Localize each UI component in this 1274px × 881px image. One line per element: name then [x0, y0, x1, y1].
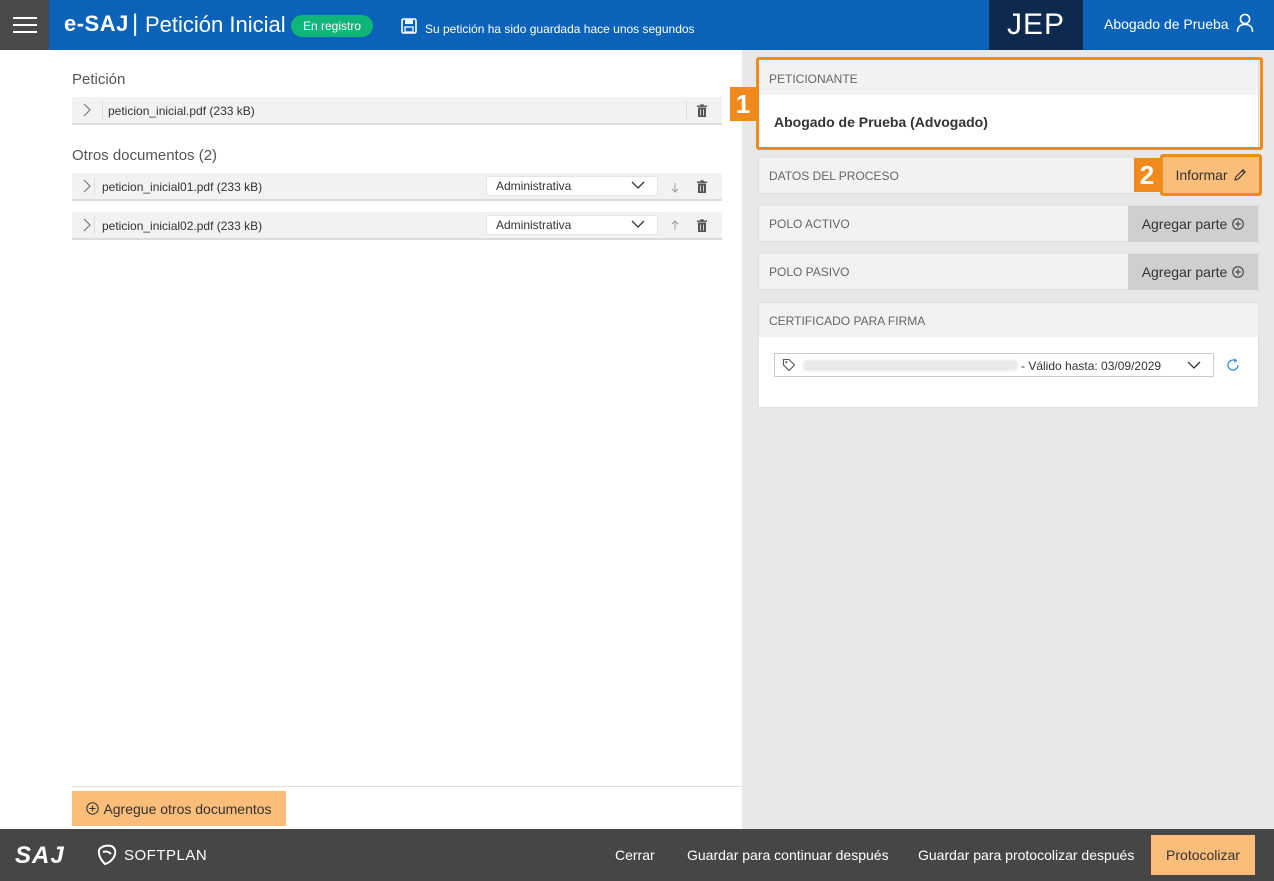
certificado-card: CERTIFICADO PARA FIRMA - Válido hasta: 0…: [758, 302, 1259, 408]
save-protocol-later-button[interactable]: Guardar para protocolizar después: [918, 847, 1134, 863]
documents-panel: Petición peticion_inicial.pdf (233 kB) O…: [0, 50, 742, 829]
document-name[interactable]: peticion_inicial.pdf (233 kB): [108, 104, 255, 118]
document-name[interactable]: peticion_inicial01.pdf (233 kB): [102, 180, 262, 194]
add-documents-label: Agregue otros documentos: [103, 800, 272, 817]
document-name[interactable]: peticion_inicial02.pdf (233 kB): [102, 219, 262, 233]
add-documents-button[interactable]: Agregue otros documentos: [72, 791, 286, 826]
floppy-disk-icon: [401, 18, 417, 34]
row-divider: [94, 216, 95, 234]
polo-activo-title: POLO ACTIVO: [769, 217, 850, 231]
chevron-right-icon[interactable]: [80, 103, 94, 117]
row-divider: [102, 101, 103, 119]
pencil-icon: [1233, 169, 1246, 181]
add-active-party-button[interactable]: Agregar parte: [1128, 206, 1258, 242]
chevron-down-icon: [631, 220, 645, 228]
plus-circle-icon: [1232, 218, 1245, 230]
datos-proceso-title: DATOS DEL PROCESO: [769, 169, 899, 183]
polo-pasivo-title: POLO PASIVO: [769, 265, 850, 279]
status-badge: En registro: [291, 15, 374, 37]
app-footer: SAJ SOFTPLAN Cerrar Guardar para continu…: [0, 829, 1274, 881]
certificado-title: CERTIFICADO PARA FIRMA: [769, 314, 926, 328]
chevron-right-icon[interactable]: [80, 179, 94, 193]
hamburger-menu-button[interactable]: [0, 0, 49, 50]
polo-pasivo-card: POLO PASIVO Agregar parte: [758, 253, 1259, 290]
hamburger-icon: [12, 17, 37, 33]
document-type-value: Administrativa: [496, 179, 572, 193]
peticion-section-label: Petición: [72, 71, 126, 88]
arrow-up-icon[interactable]: [669, 219, 681, 233]
title-separator: |: [132, 10, 139, 37]
other-document-row[interactable]: peticion_inicial01.pdf (233 kB) Administ…: [72, 173, 722, 201]
refresh-icon[interactable]: [1226, 358, 1240, 372]
save-status-message: Su petición ha sido guardada hace unos s…: [425, 22, 695, 36]
certificate-validity: - Válido hasta: 03/09/2029: [1021, 359, 1162, 373]
cerrar-button[interactable]: Cerrar: [615, 847, 655, 863]
row-divider: [94, 177, 95, 195]
arrow-down-icon[interactable]: [669, 180, 681, 194]
court-logo: JEP: [989, 0, 1083, 50]
informar-label: Informar: [1175, 167, 1228, 183]
softplan-logo-icon: [97, 844, 117, 866]
page-title: Petición Inicial: [145, 12, 286, 37]
trash-icon[interactable]: [696, 219, 708, 233]
row-divider: [686, 101, 687, 119]
plus-circle-icon: [86, 802, 100, 815]
document-type-select[interactable]: Administrativa: [486, 176, 658, 196]
add-passive-party-button[interactable]: Agregar parte: [1128, 254, 1258, 290]
softplan-logo: SOFTPLAN: [95, 843, 207, 867]
app-logo: e-SAJ: [64, 11, 129, 36]
certificate-name-redacted: [803, 360, 1018, 371]
trash-icon[interactable]: [696, 104, 708, 118]
callout-1: 1: [730, 87, 756, 121]
add-party-label: Agregar parte: [1141, 264, 1228, 280]
callout-2: 2: [1134, 158, 1160, 192]
other-document-row[interactable]: peticion_inicial02.pdf (233 kB) Administ…: [72, 212, 722, 240]
app-header: e-SAJ | Petición Inicial En registro Su …: [0, 0, 1274, 50]
panel-divider: [72, 786, 742, 787]
chevron-right-icon[interactable]: [80, 218, 94, 232]
user-icon[interactable]: [1236, 13, 1254, 33]
softplan-logo-text: SOFTPLAN: [124, 846, 208, 864]
main-document-row[interactable]: peticion_inicial.pdf (233 kB): [72, 97, 722, 125]
saj-logo: SAJ: [15, 842, 65, 869]
informar-button[interactable]: Informar: [1163, 157, 1259, 193]
otros-documentos-label: Otros documentos (2): [72, 147, 218, 164]
trash-icon[interactable]: [696, 180, 708, 194]
document-type-select[interactable]: Administrativa: [486, 215, 658, 235]
certificate-select[interactable]: - Válido hasta: 03/09/2029: [774, 353, 1214, 377]
plus-circle-icon: [1232, 266, 1245, 278]
protocolizar-button[interactable]: Protocolizar: [1151, 835, 1255, 875]
user-name-link[interactable]: Abogado de Prueba: [1104, 16, 1229, 32]
certificado-body: - Válido hasta: 03/09/2029: [759, 337, 1258, 407]
save-continue-later-button[interactable]: Guardar para continuar después: [687, 847, 889, 863]
highlight-frame-peticionante: [756, 57, 1263, 150]
tag-icon: [782, 358, 796, 372]
chevron-down-icon: [631, 181, 645, 189]
document-type-value: Administrativa: [496, 218, 572, 232]
polo-activo-card: POLO ACTIVO Agregar parte: [758, 205, 1259, 242]
add-party-label: Agregar parte: [1141, 216, 1228, 232]
chevron-down-icon: [1187, 361, 1201, 369]
